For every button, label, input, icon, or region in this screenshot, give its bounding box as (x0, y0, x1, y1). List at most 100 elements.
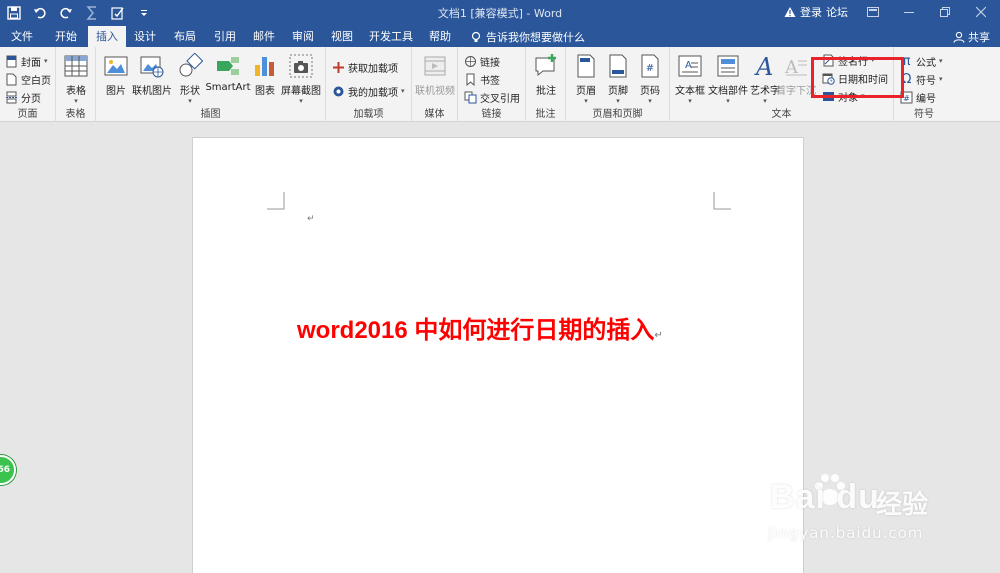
chart-button[interactable]: 图表 (252, 53, 278, 97)
get-addins-label: 获取加载项 (348, 63, 398, 75)
save-icon[interactable] (6, 5, 22, 21)
tell-me-text: 告诉我你想要做什么 (486, 30, 585, 44)
document-page[interactable]: ↵ word2016 中如何进行日期的插入↵ (192, 137, 804, 573)
smartart-label: SmartArt (205, 82, 251, 93)
tab-home[interactable]: 开始 (46, 26, 86, 47)
blank-page-label: 空白页 (21, 75, 51, 87)
forum-link[interactable]: 论坛 (826, 4, 848, 20)
page-number-button[interactable]: # 页码 ▾ (636, 53, 664, 105)
smartart-button[interactable]: SmartArt (205, 53, 251, 93)
redo-icon[interactable] (58, 5, 74, 21)
svg-text:#: # (646, 63, 654, 74)
puzzle-icon (333, 86, 344, 96)
group-header-footer: 页眉 ▾ 页脚 ▾ # 页码 ▾ 页眉和页脚 (566, 47, 670, 122)
ribbon-tabs: 文件 开始 插入 设计 布局 引用 邮件 审阅 视图 开发工具 帮助 告诉我你想… (0, 26, 1000, 47)
link-button[interactable]: 链接 (464, 53, 500, 69)
number-button[interactable]: # 编号 (900, 89, 936, 105)
restore-icon[interactable] (934, 4, 956, 20)
cross-reference-button[interactable]: 交叉引用 (464, 89, 520, 105)
group-comments-label: 批注 (535, 109, 556, 120)
lightbulb-icon (471, 31, 481, 42)
picture-button[interactable]: 图片 (103, 53, 129, 97)
symbol-button[interactable]: Ω 符号 ▾ (900, 71, 943, 87)
comment-label: 批注 (536, 86, 556, 97)
tab-layout[interactable]: 布局 (166, 26, 204, 47)
get-addins-button[interactable]: 获取加载项 (332, 59, 398, 75)
equation-button[interactable]: π 公式 ▾ (900, 53, 943, 69)
paragraph-mark: ↵ (307, 214, 315, 224)
sum-icon[interactable] (84, 5, 100, 21)
tab-review[interactable]: 审阅 (284, 26, 322, 47)
customize-qat-icon[interactable] (136, 5, 152, 21)
person-icon (953, 31, 965, 43)
page-break-icon (6, 91, 17, 103)
store-plus-icon (333, 61, 344, 73)
tab-developer[interactable]: 开发工具 (363, 26, 419, 47)
group-media-label: 媒体 (424, 109, 445, 120)
crop-mark-top-left (267, 192, 285, 210)
warning-icon (784, 6, 796, 18)
page-break-button[interactable]: 分页 (5, 89, 41, 105)
group-text-label: 文本 (771, 109, 792, 120)
group-pages-label: 页面 (17, 109, 38, 120)
ribbon-display-icon[interactable] (862, 4, 884, 20)
svg-text:A: A (754, 53, 773, 79)
group-symbols-label: 符号 (914, 109, 934, 120)
shapes-label: 形状 (180, 86, 200, 97)
bookmark-label: 书签 (480, 75, 500, 87)
footer-button[interactable]: 页脚 ▾ (604, 53, 632, 105)
shapes-icon (179, 53, 203, 77)
document-heading[interactable]: word2016 中如何进行日期的插入↵ (297, 310, 663, 345)
blank-page-icon (6, 73, 17, 85)
smartart-icon (217, 57, 239, 75)
table-icon (64, 55, 88, 77)
header-icon (577, 54, 595, 78)
cover-page-button[interactable]: 封面 ▾ (5, 53, 48, 69)
watermark-brand: Bai du (770, 478, 880, 516)
online-picture-button[interactable]: 联机图片 (132, 53, 172, 97)
picture-label: 图片 (106, 86, 126, 97)
login-link[interactable]: 登录 (800, 4, 822, 20)
wordart-button[interactable]: A 艺术字 ▾ (750, 53, 780, 105)
tab-references[interactable]: 引用 (206, 26, 244, 47)
baidu-jingyan-watermark: Bai du 经验 jingyan.baidu.com (748, 464, 948, 554)
tell-me-box[interactable]: 告诉我你想要做什么 (470, 26, 585, 47)
tab-file[interactable]: 文件 (2, 26, 42, 47)
dropcap-label: 首字下沉 (776, 86, 816, 97)
crop-mark-top-right (713, 192, 731, 210)
comment-button[interactable]: 批注 (533, 53, 559, 97)
online-video-button[interactable]: 联机视频 (415, 53, 455, 97)
wordart-icon: A (754, 53, 773, 79)
dropcap-button[interactable]: A 首字下沉 (776, 53, 816, 97)
textbox-button[interactable]: A 文本框 ▾ (674, 53, 706, 105)
title-bar: 文档1 [兼容模式] - Word 登录 论坛 (0, 0, 1000, 26)
quick-parts-button[interactable]: 文档部件 ▾ (708, 53, 748, 105)
undo-icon[interactable] (32, 5, 48, 21)
header-button[interactable]: 页眉 ▾ (572, 53, 600, 105)
group-tables-label: 表格 (65, 109, 86, 120)
bookmark-button[interactable]: 书签 (464, 71, 500, 87)
online-video-label: 联机视频 (415, 86, 455, 97)
table-button[interactable]: 表格 ▾ (62, 53, 90, 105)
group-pages: 封面 ▾ 空白页 分页 页面 (0, 47, 56, 122)
floating-badge[interactable]: 66 (0, 455, 16, 485)
share-button[interactable]: 共享 (953, 26, 990, 47)
tab-mailings[interactable]: 邮件 (245, 26, 283, 47)
group-tables: 表格 ▾ 表格 (56, 47, 96, 122)
tab-view[interactable]: 视图 (323, 26, 361, 47)
tab-insert[interactable]: 插入 (88, 26, 126, 47)
screenshot-button[interactable]: 屏幕截图 ▾ (281, 53, 321, 105)
tab-help[interactable]: 帮助 (422, 26, 458, 47)
shapes-button[interactable]: 形状 ▾ (176, 53, 204, 105)
minimize-icon[interactable] (898, 4, 920, 20)
check-edit-icon[interactable] (110, 5, 126, 21)
my-addins-button[interactable]: 我的加载项 ▾ (332, 83, 405, 99)
close-icon[interactable] (970, 4, 992, 20)
equation-label: 公式 (916, 57, 936, 69)
page-break-label: 分页 (21, 93, 41, 105)
tab-design[interactable]: 设计 (126, 26, 164, 47)
header-label: 页眉 (576, 86, 596, 97)
film-icon (424, 56, 446, 76)
blank-page-button[interactable]: 空白页 (5, 71, 51, 87)
group-links-label: 链接 (481, 109, 502, 120)
